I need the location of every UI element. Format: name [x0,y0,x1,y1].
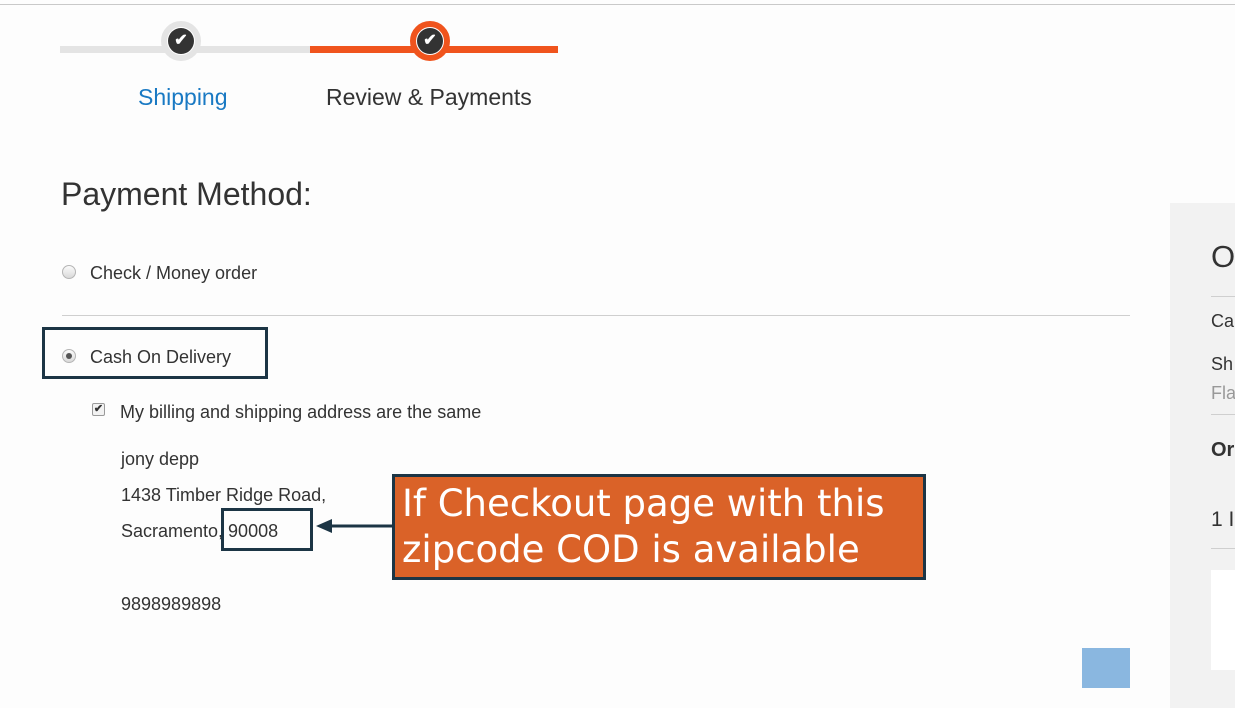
callout-arrow-icon [316,519,392,533]
summary-divider [1211,296,1235,297]
order-summary-panel: O Ca Sh Fla Or 1 I [1170,203,1235,708]
summary-divider [1211,548,1235,549]
summary-divider [1211,414,1235,415]
summary-item-card [1211,570,1235,670]
summary-shipping-label: Sh [1211,354,1234,374]
summary-shipping-method: Fla [1211,383,1235,403]
annotation-line-2: zipcode COD is available [402,528,860,571]
place-order-button[interactable] [1082,648,1130,688]
annotation-callout: If Checkout page with this zipcode COD i… [392,474,926,580]
summary-title: O [1211,239,1235,274]
summary-items-count[interactable]: 1 I [1211,508,1234,532]
annotation-line-1: If Checkout page with this [402,482,885,525]
summary-order-total-label: Or [1211,439,1235,461]
summary-cart-label: Ca [1211,311,1235,331]
